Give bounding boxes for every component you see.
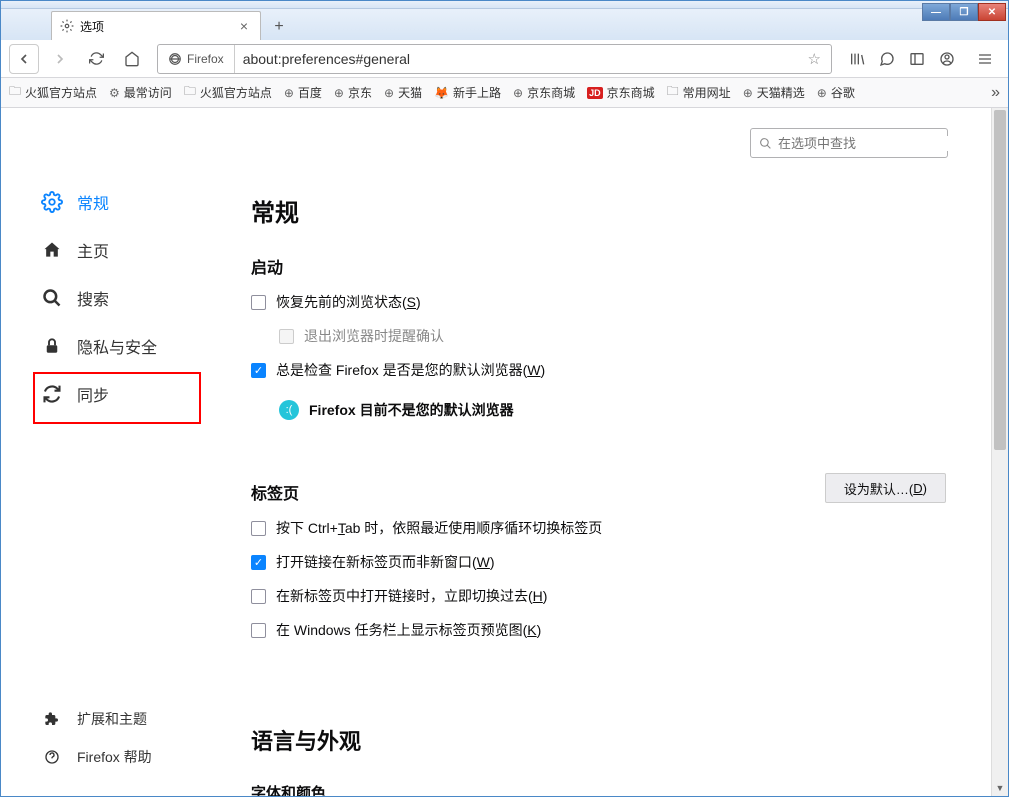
home-button[interactable] bbox=[117, 44, 147, 74]
preferences-sidebar: 常规 主页 搜索 隐私与安全 同步 bbox=[1, 108, 221, 796]
sad-face-icon: :( bbox=[279, 400, 299, 420]
scrollbar-thumb[interactable] bbox=[994, 110, 1006, 450]
help-icon bbox=[41, 746, 63, 768]
folder-icon: 🗀 bbox=[184, 82, 196, 103]
scroll-down-icon[interactable]: ▼ bbox=[992, 779, 1008, 796]
library-icon[interactable] bbox=[848, 51, 866, 67]
sync-icon bbox=[41, 383, 63, 405]
tab-close-icon[interactable]: × bbox=[236, 18, 252, 34]
search-input[interactable] bbox=[778, 136, 954, 151]
folder-icon: 🗀 bbox=[9, 82, 21, 103]
bookmark-item[interactable]: ⊕京东 bbox=[334, 84, 372, 101]
exit-warning-checkbox: 退出浏览器时提醒确认 bbox=[279, 326, 968, 346]
restore-session-checkbox[interactable]: 恢复先前的浏览状态(S) bbox=[251, 292, 968, 312]
firefox-icon: 🦊 bbox=[434, 86, 449, 100]
menu-icon[interactable] bbox=[976, 51, 994, 67]
jd-icon: JD bbox=[587, 87, 603, 99]
sidebar-item-label: 同步 bbox=[77, 382, 109, 406]
sidebar-item-label: 扩展和主题 bbox=[77, 709, 147, 729]
new-tab-button[interactable]: + bbox=[265, 14, 293, 40]
fonts-colors-heading: 字体和颜色 bbox=[251, 782, 968, 796]
sidebar-extensions[interactable]: 扩展和主题 bbox=[31, 700, 162, 738]
globe-icon: ⊕ bbox=[743, 86, 753, 100]
bookmark-item[interactable]: 🗀火狐官方站点 bbox=[9, 82, 97, 103]
bookmark-item[interactable]: 🗀火狐官方站点 bbox=[184, 82, 272, 103]
bookmark-item[interactable]: ⚙最常访问 bbox=[109, 84, 172, 101]
window-close-button[interactable]: ✕ bbox=[978, 3, 1006, 21]
bookmark-item[interactable]: ⊕天猫精选 bbox=[743, 84, 805, 101]
bookmark-item[interactable]: ⊕京东商城 bbox=[513, 84, 575, 101]
ctrl-tab-checkbox[interactable]: 按下 Ctrl+Tab 时，依照最近使用顺序循环切换标签页 bbox=[251, 518, 968, 538]
checkbox-checked-icon: ✓ bbox=[251, 363, 266, 378]
tab-title: 选项 bbox=[80, 18, 230, 35]
preferences-search[interactable] bbox=[750, 128, 948, 158]
default-browser-status: Firefox 目前不是您的默认浏览器 bbox=[309, 400, 514, 420]
browser-tab[interactable]: 选项 × bbox=[51, 11, 261, 40]
sidebar-item-label: Firefox 帮助 bbox=[77, 747, 152, 767]
checkbox-icon bbox=[251, 589, 266, 604]
checkbox-icon bbox=[251, 295, 266, 310]
url-text[interactable]: about:preferences#general bbox=[235, 51, 798, 67]
open-in-tab-checkbox[interactable]: ✓ 打开链接在新标签页而非新窗口(W) bbox=[251, 552, 968, 572]
checkbox-icon bbox=[251, 521, 266, 536]
window-minimize-button[interactable]: — bbox=[922, 3, 950, 21]
sidebar-item-label: 搜索 bbox=[77, 286, 109, 310]
sidebar-item-privacy[interactable]: 隐私与安全 bbox=[31, 322, 221, 370]
startup-heading: 启动 bbox=[251, 254, 968, 278]
bookmark-item[interactable]: ⊕天猫 bbox=[384, 84, 422, 101]
checkbox-checked-icon: ✓ bbox=[251, 555, 266, 570]
globe-icon: ⊕ bbox=[384, 86, 394, 100]
identity-box[interactable]: Firefox bbox=[158, 45, 235, 73]
bookmark-overflow-icon[interactable]: » bbox=[991, 84, 1000, 102]
bookmark-item[interactable]: 🦊新手上路 bbox=[434, 84, 501, 101]
puzzle-icon bbox=[41, 708, 63, 730]
bookmark-item[interactable]: ⊕谷歌 bbox=[817, 84, 855, 101]
reload-button[interactable] bbox=[81, 44, 111, 74]
back-button[interactable] bbox=[9, 44, 39, 74]
sidebar-item-sync[interactable]: 同步 bbox=[31, 370, 221, 418]
home-icon bbox=[41, 239, 63, 261]
folder-icon: 🗀 bbox=[667, 82, 679, 103]
taskbar-preview-checkbox[interactable]: 在 Windows 任务栏上显示标签页预览图(K) bbox=[251, 620, 968, 640]
url-bar[interactable]: Firefox about:preferences#general ☆ bbox=[157, 44, 832, 74]
account-icon[interactable] bbox=[938, 51, 956, 67]
preferences-main: 常规 启动 恢复先前的浏览状态(S) 退出浏览器时提醒确认 ✓ 总是检查 Fir… bbox=[221, 108, 1008, 796]
sidebar-item-label: 主页 bbox=[77, 238, 109, 262]
lock-icon bbox=[41, 335, 63, 357]
bookmark-item[interactable]: ⊕百度 bbox=[284, 84, 322, 101]
checkbox-icon bbox=[251, 623, 266, 638]
bookmark-item[interactable]: 🗀常用网址 bbox=[667, 82, 731, 103]
bookmark-item[interactable]: JD京东商城 bbox=[587, 84, 655, 101]
sidebar-item-search[interactable]: 搜索 bbox=[31, 274, 221, 322]
bookmark-star-icon[interactable]: ☆ bbox=[798, 50, 831, 68]
sidebar-item-label: 常规 bbox=[77, 190, 109, 214]
sidebar-icon[interactable] bbox=[908, 51, 926, 67]
vertical-scrollbar[interactable]: ▲ ▼ bbox=[991, 108, 1008, 796]
globe-icon: ⊕ bbox=[334, 86, 344, 100]
gear-icon bbox=[41, 191, 63, 213]
checkbox-icon bbox=[279, 329, 294, 344]
bookmarks-bar: 🗀火狐官方站点 ⚙最常访问 🗀火狐官方站点 ⊕百度 ⊕京东 ⊕天猫 🦊新手上路 … bbox=[1, 78, 1008, 108]
set-default-button[interactable]: 设为默认…(D) bbox=[825, 473, 946, 503]
page-title: 常规 bbox=[251, 193, 968, 228]
check-default-browser-checkbox[interactable]: ✓ 总是检查 Firefox 是否是您的默认浏览器(W) bbox=[251, 360, 968, 380]
forward-button[interactable] bbox=[45, 44, 75, 74]
globe-icon: ⊕ bbox=[817, 86, 827, 100]
sidebar-item-home[interactable]: 主页 bbox=[31, 226, 221, 274]
chat-icon[interactable] bbox=[878, 51, 896, 67]
globe-icon: ⊕ bbox=[284, 86, 294, 100]
switch-to-tab-checkbox[interactable]: 在新标签页中打开链接时，立即切换过去(H) bbox=[251, 586, 968, 606]
sidebar-help[interactable]: Firefox 帮助 bbox=[31, 738, 162, 776]
sidebar-item-general[interactable]: 常规 bbox=[31, 178, 221, 226]
language-appearance-heading: 语言与外观 bbox=[251, 724, 968, 756]
sidebar-item-label: 隐私与安全 bbox=[77, 334, 157, 358]
gear-icon bbox=[60, 19, 74, 33]
globe-icon: ⊕ bbox=[513, 86, 523, 100]
search-icon bbox=[41, 287, 63, 309]
window-maximize-button[interactable]: ❐ bbox=[950, 3, 978, 21]
gear-icon: ⚙ bbox=[109, 86, 120, 100]
search-icon bbox=[759, 137, 772, 150]
